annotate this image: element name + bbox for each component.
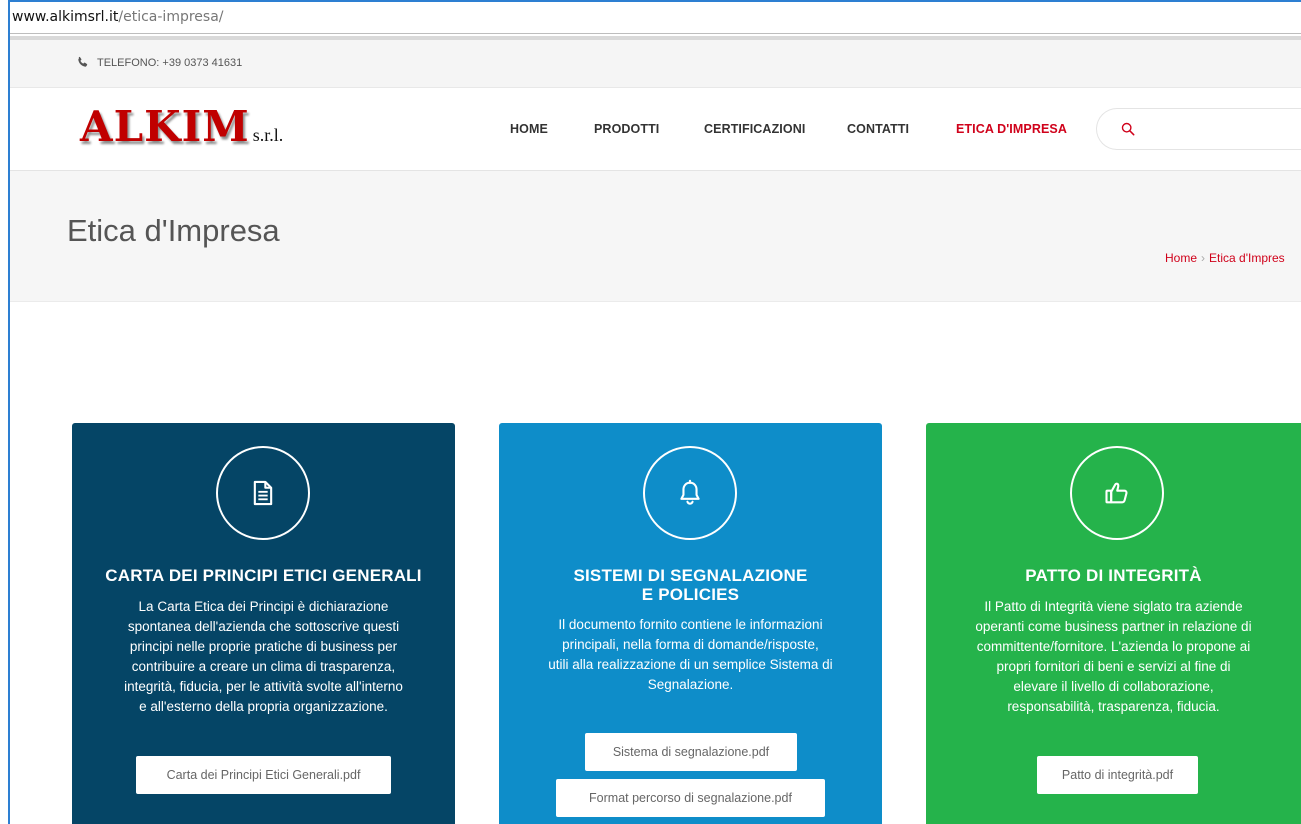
nav-prodotti[interactable]: PRODOTTI [594,122,659,136]
text-line: elevare il livello di collaborazione, [1013,679,1214,694]
nav-etica-impresa[interactable]: ETICA D'IMPRESA [956,122,1067,136]
card-title-line: E POLICIES [641,585,740,604]
address-bar[interactable]: www.alkimsrl.it/etica-impresa/ [10,2,1301,34]
text-line: propri fornitori di beni e servizi al fi… [996,659,1231,674]
nav-certificazioni[interactable]: CERTIFICAZIONI [704,122,805,136]
bell-icon [680,479,700,505]
card-title: SISTEMI DI SEGNALAZIONE E POLICIES [499,566,882,604]
breadcrumb: Home › Etica d'Impres [1165,251,1285,265]
breadcrumb-separator: › [1201,251,1206,265]
text-line: committente/fornitore. L'azienda lo prop… [976,639,1251,654]
text-line: Il Patto di Integrità viene siglato tra … [984,599,1243,614]
window-frame-left [0,0,10,824]
top-info-bar: TELEFONO: +39 0373 41631 [10,40,1301,88]
phone-contact[interactable]: TELEFONO: +39 0373 41631 [76,56,242,69]
pdf-button-sistema-segnalazione[interactable]: Sistema di segnalazione.pdf [585,733,797,771]
pdf-button-format-percorso[interactable]: Format percorso di segnalazione.pdf [556,779,825,817]
text-line: spontanea dell'azienda che sottoscrive q… [127,619,400,634]
phone-icon [78,56,88,67]
phone-text: TELEFONO: +39 0373 41631 [97,56,243,69]
pdf-button-carta-principi[interactable]: Carta dei Principi Etici Generali.pdf [136,756,391,794]
pdf-button-patto-integrita[interactable]: Patto di integrità.pdf [1037,756,1198,794]
card-description: Il Patto di Integrità viene siglato tra … [926,597,1301,717]
card-title: PATTO DI INTEGRITÀ [1025,566,1202,585]
card-sistemi-segnalazione: SISTEMI DI SEGNALAZIONE E POLICIES Il do… [499,423,882,824]
card-icon-circle [643,446,737,540]
nav-contatti[interactable]: CONTATTI [847,122,909,136]
site-header: ALKIM s.r.l. HOME PRODOTTI CERTIFICAZION… [10,88,1301,171]
card-icon-circle [216,446,310,540]
text-line: principali, nella forma di domande/rispo… [562,637,819,652]
text-line: utili alla realizzazione di un semplice … [548,657,833,672]
text-line: responsabilità, trasparenza, fiducia. [1007,699,1220,714]
search-icon [1121,122,1135,136]
card-description: La Carta Etica dei Principi è dichiarazi… [72,597,455,717]
card-title: CARTA DEI PRINCIPI ETICI GENERALI [105,566,422,585]
text-line: operanti come business partner in relazi… [975,619,1252,634]
card-icon-circle [1070,446,1164,540]
text-line: principi nelle proprie pratiche di busin… [129,639,398,654]
text-line: integrità, fiducia, per le attività svol… [124,679,403,694]
search-box[interactable] [1096,108,1301,150]
page-title: Etica d'Impresa [67,213,280,248]
url-path: /etica-impresa/ [118,9,224,25]
page-title-bar: Etica d'Impresa Home › Etica d'Impres [10,171,1301,302]
card-description: Il documento fornito contiene le informa… [499,615,882,695]
url-host: www.alkimsrl.it [12,9,119,25]
thumbs-up-icon [1105,482,1128,504]
text-line: Segnalazione. [647,677,734,692]
text-line: contribuire a creare un clima di traspar… [131,659,396,674]
breadcrumb-current: Etica d'Impres [1209,251,1285,265]
card-patto-integrita: PATTO DI INTEGRITÀ Il Patto di Integrità… [926,423,1301,824]
nav-home[interactable]: HOME [510,122,548,136]
text-line: La Carta Etica dei Principi è dichiarazi… [138,599,389,614]
text-line: e all'esterno della propria organizzazio… [139,699,388,714]
document-icon [253,480,273,506]
card-title-line: SISTEMI DI SEGNALAZIONE [573,566,808,585]
breadcrumb-home[interactable]: Home [1165,251,1197,265]
card-carta-principi: CARTA DEI PRINCIPI ETICI GENERALI La Car… [72,423,455,824]
text-line: Il documento fornito contiene le informa… [558,617,823,632]
